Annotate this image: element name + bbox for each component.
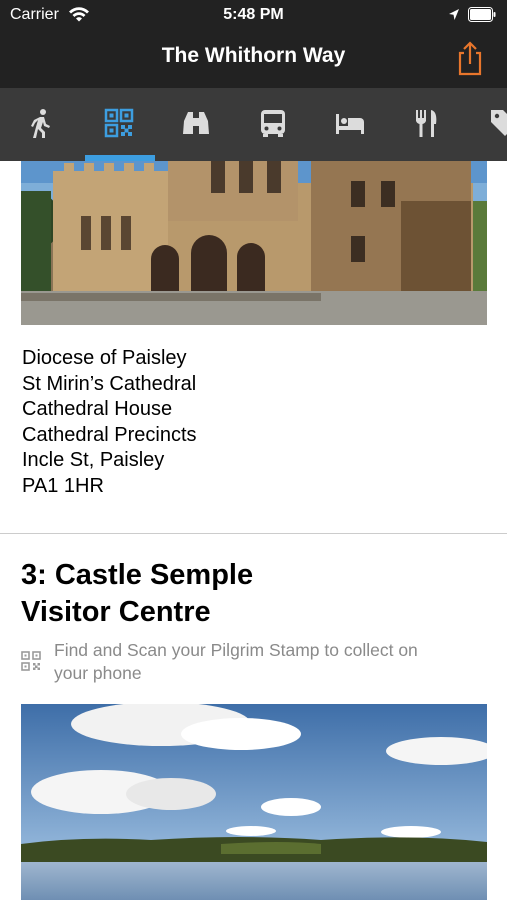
fork-knife-icon <box>416 110 437 137</box>
tab-accommodation[interactable] <box>319 88 381 161</box>
stop-heading[interactable]: 3: Castle Semple Visitor Centre <box>21 557 481 631</box>
binoculars-icon <box>183 112 209 134</box>
qr-code-icon <box>21 651 41 671</box>
bus-icon <box>261 110 285 137</box>
tag-icon <box>491 110 507 136</box>
tab-sights[interactable] <box>165 88 227 161</box>
clock: 5:48 PM <box>223 6 284 23</box>
share-icon[interactable] <box>454 40 486 76</box>
tab-places[interactable] <box>473 88 507 161</box>
address-line: PA1 1HR <box>22 474 104 497</box>
stamp-instruction-line: your phone <box>54 663 142 683</box>
cathedral-photo <box>21 161 487 325</box>
category-tab-bar <box>0 88 507 161</box>
stamp-instruction-line: Find and Scan your Pilgrim Stamp to coll… <box>54 640 418 660</box>
bed-icon <box>336 114 364 134</box>
stop-heading-line: Visitor Centre <box>21 596 211 628</box>
stop-address: Diocese of Paisley St Mirin’s Cathedral … <box>22 346 197 500</box>
location-arrow-icon <box>449 9 459 20</box>
battery-icon <box>468 7 496 22</box>
address-line: Cathedral Precincts <box>22 423 197 446</box>
loch-photo <box>21 704 487 900</box>
navigation-bar: The Whithorn Way <box>0 30 507 88</box>
address-line: Cathedral House <box>22 398 173 421</box>
page-title: The Whithorn Way <box>161 44 346 67</box>
walking-icon <box>31 109 50 138</box>
tab-transport[interactable] <box>242 88 304 161</box>
tab-walking[interactable] <box>10 88 72 161</box>
tab-food[interactable] <box>396 88 458 161</box>
status-bar: Carrier 5:48 PM <box>0 0 507 30</box>
address-line: Incle St, Paisley <box>22 449 165 472</box>
address-line: St Mirin’s Cathedral <box>22 372 197 395</box>
stops-list[interactable]: Diocese of Paisley St Mirin’s Cathedral … <box>0 161 507 900</box>
section-divider <box>0 533 507 534</box>
stop-heading-line: 3: Castle Semple <box>21 559 254 591</box>
stamp-instruction: Find and Scan your Pilgrim Stamp to coll… <box>54 639 494 685</box>
tab-pilgrim-stamps[interactable] <box>88 88 150 161</box>
address-line: Diocese of Paisley <box>22 347 187 369</box>
qr-code-icon <box>104 108 134 138</box>
